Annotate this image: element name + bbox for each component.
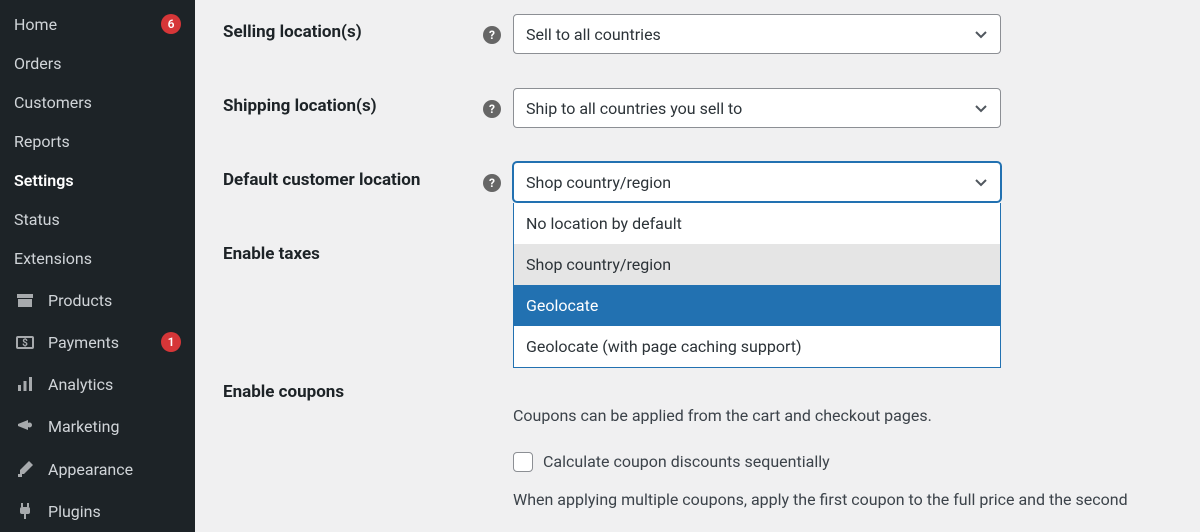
bars-icon [14, 373, 36, 395]
sidebar-item-label: Reports [14, 132, 181, 151]
label-enable-coupons: Enable coupons [223, 374, 483, 402]
sidebar-item-products[interactable]: Products [0, 279, 195, 321]
option-geolocate-caching[interactable]: Geolocate (with page caching support) [514, 326, 1000, 367]
help-icon[interactable]: ? [483, 100, 501, 118]
sidebar-item-appearance[interactable]: Appearance [0, 448, 195, 490]
sidebar-item-status[interactable]: Status [0, 200, 195, 239]
sidebar-item-settings[interactable]: Settings [0, 161, 195, 200]
sidebar-item-label: Payments [48, 333, 155, 352]
checkbox-row-sequential: Calculate coupon discounts sequentially [513, 450, 1200, 474]
card-icon: $ [14, 331, 36, 353]
option-geolocate[interactable]: Geolocate [514, 285, 1000, 326]
chevron-down-icon [974, 175, 988, 189]
notification-badge: 6 [161, 14, 181, 34]
sidebar-item-label: Status [14, 210, 181, 229]
checkbox-sequential-coupons[interactable] [513, 452, 533, 472]
option-shop-country[interactable]: Shop country/region [514, 244, 1000, 285]
label-selling-location: Selling location(s) [223, 14, 483, 42]
sidebar-item-orders[interactable]: Orders [0, 44, 195, 83]
sidebar-item-label: Settings [14, 171, 181, 190]
row-default-customer-location: Default customer location ? Shop country… [223, 162, 1200, 210]
sidebar-item-label: Plugins [48, 502, 181, 521]
label-shipping-location: Shipping location(s) [223, 88, 483, 116]
select-default-customer-location[interactable]: Shop country/region No location by defau… [513, 162, 1001, 202]
chevron-down-icon [974, 101, 988, 115]
row-enable-coupons: Enable coupons Coupons can be applied fr… [223, 374, 1200, 512]
admin-sidebar: Home 6 Orders Customers Reports Settings… [0, 0, 195, 532]
archive-icon [14, 289, 36, 311]
svg-text:$: $ [22, 336, 28, 349]
sidebar-item-label: Extensions [14, 249, 181, 268]
select-value: Sell to all countries [526, 25, 974, 44]
row-selling-location: Selling location(s) ? Sell to all countr… [223, 14, 1200, 62]
sidebar-item-extensions[interactable]: Extensions [0, 239, 195, 278]
select-value: Shop country/region [526, 173, 974, 192]
label-enable-taxes: Enable taxes [223, 236, 483, 264]
sidebar-item-plugins[interactable]: Plugins [0, 490, 195, 532]
select-value: Ship to all countries you sell to [526, 99, 974, 118]
settings-form: checkout. Selling location(s) ? Sell to … [195, 0, 1200, 532]
plug-icon [14, 500, 36, 522]
sidebar-item-label: Home [14, 15, 155, 34]
select-selling-location[interactable]: Sell to all countries [513, 14, 1001, 54]
help-icon[interactable]: ? [483, 174, 501, 192]
checkbox-label-sequential: Calculate coupon discounts sequentially [543, 450, 830, 474]
sidebar-item-payments[interactable]: $ Payments 1 [0, 321, 195, 363]
sidebar-item-home[interactable]: Home 6 [0, 0, 195, 44]
sidebar-item-label: Analytics [48, 375, 181, 394]
megaphone-icon [14, 415, 36, 437]
sidebar-item-customers[interactable]: Customers [0, 83, 195, 122]
sidebar-item-analytics[interactable]: Analytics [0, 363, 195, 405]
coupons-description: Coupons can be applied from the cart and… [513, 404, 1200, 428]
sequential-description: When applying multiple coupons, apply th… [513, 488, 1200, 512]
select-shipping-location[interactable]: Ship to all countries you sell to [513, 88, 1001, 128]
sidebar-item-label: Appearance [48, 460, 181, 479]
chevron-down-icon [974, 27, 988, 41]
label-default-customer-location: Default customer location [223, 162, 483, 190]
dropdown-default-customer-location: No location by default Shop country/regi… [513, 203, 1001, 368]
notification-badge: 1 [161, 332, 181, 352]
sidebar-item-label: Products [48, 291, 181, 310]
sidebar-item-label: Customers [14, 93, 181, 112]
sidebar-item-label: Marketing [48, 417, 181, 436]
sidebar-item-label: Orders [14, 54, 181, 73]
sidebar-item-marketing[interactable]: Marketing [0, 405, 195, 447]
help-icon[interactable]: ? [483, 26, 501, 44]
option-no-location[interactable]: No location by default [514, 203, 1000, 244]
row-shipping-location: Shipping location(s) ? Ship to all count… [223, 88, 1200, 136]
brush-icon [14, 458, 36, 480]
sidebar-item-reports[interactable]: Reports [0, 122, 195, 161]
